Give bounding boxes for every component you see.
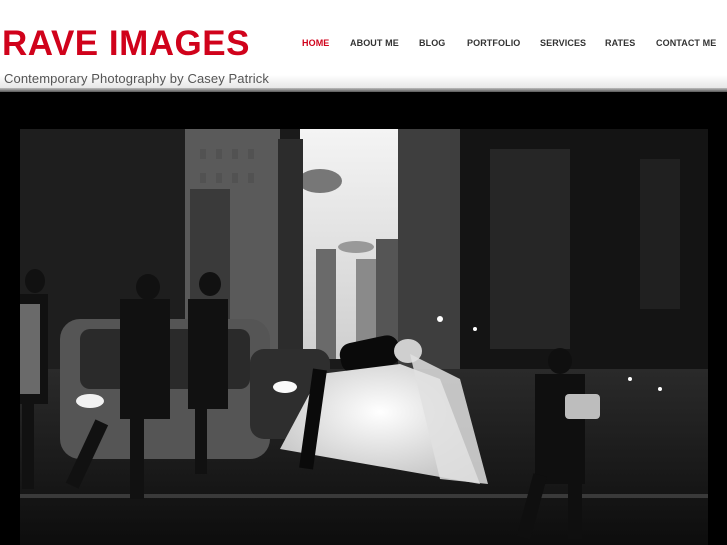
nav-item-about-me[interactable]: ABOUT ME <box>350 38 399 48</box>
hero-photo <box>20 129 708 545</box>
hero-stage <box>0 92 727 545</box>
nav-item-portfolio[interactable]: PORTFOLIO <box>467 38 520 48</box>
nav-item-home[interactable]: HOME <box>302 38 329 48</box>
nav-item-contact-me[interactable]: CONTACT ME <box>656 38 716 48</box>
hero-photo-illustration <box>20 129 708 545</box>
nav-item-services[interactable]: SERVICES <box>540 38 586 48</box>
nav-item-blog[interactable]: BLOG <box>419 38 445 48</box>
site-header: RAVE IMAGES Contemporary Photography by … <box>0 0 727 88</box>
main-nav: HOME ABOUT ME BLOG PORTFOLIO SERVICES RA… <box>0 38 727 52</box>
site-tagline: Contemporary Photography by Casey Patric… <box>4 71 269 86</box>
nav-item-rates[interactable]: RATES <box>605 38 635 48</box>
